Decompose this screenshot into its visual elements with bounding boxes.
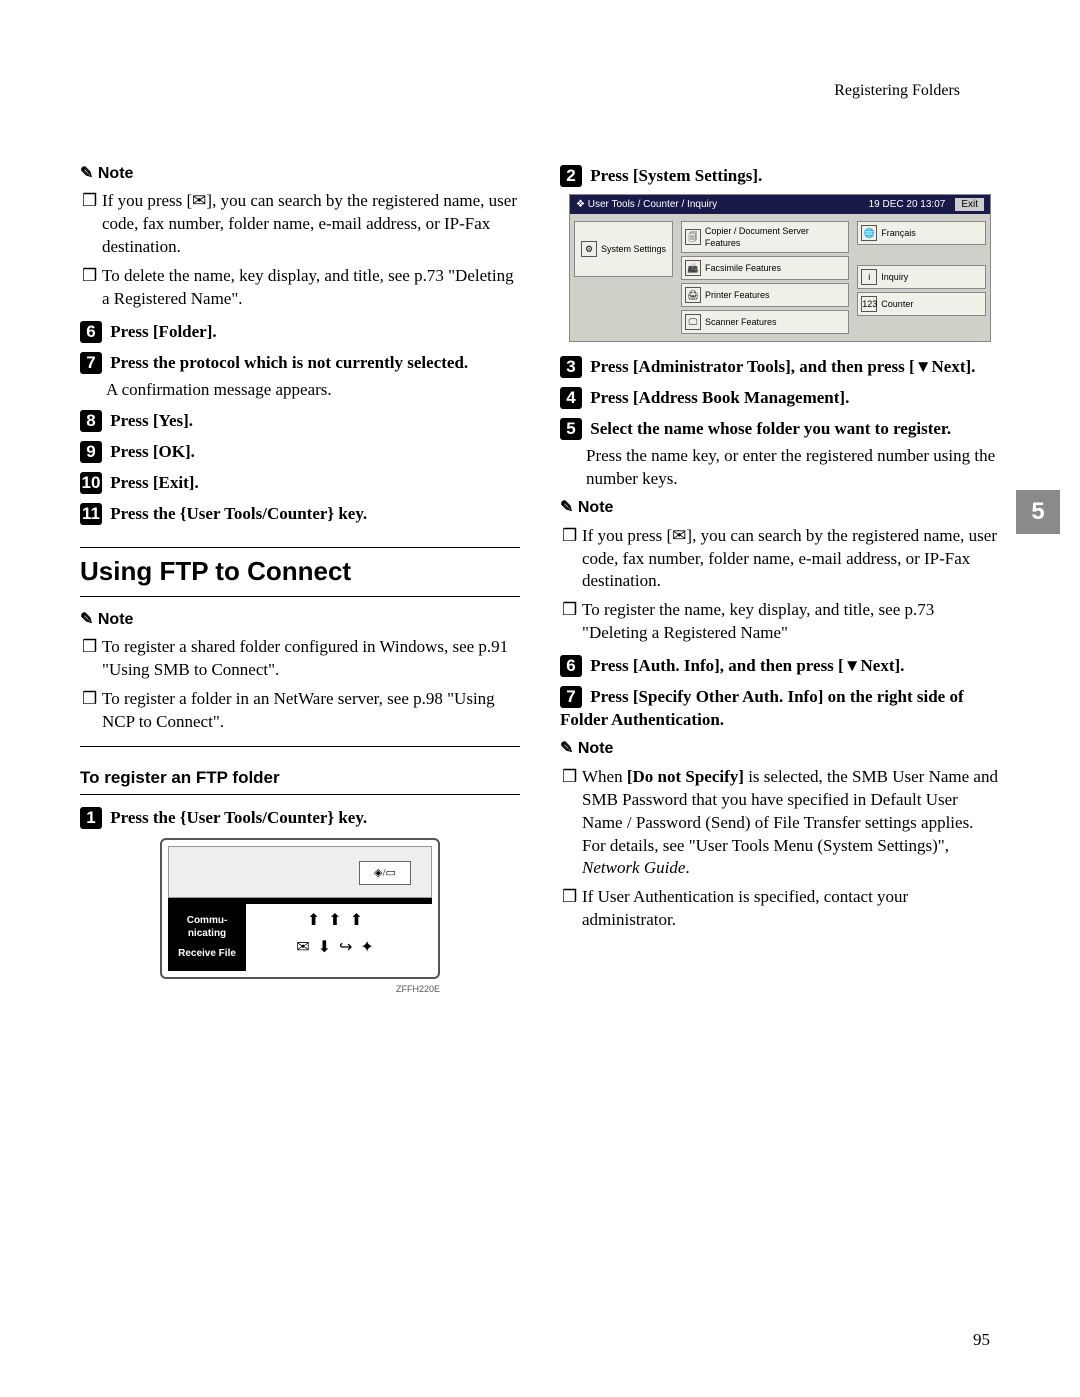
step-number: 4 xyxy=(560,387,582,409)
step-number: 1 xyxy=(80,807,102,829)
step-text: Press the {User Tools/Counter} key. xyxy=(110,504,367,523)
note-item: To register the name, key display, and t… xyxy=(582,599,1000,645)
step-11: 11 Press the {User Tools/Counter} key. xyxy=(80,503,520,526)
step-text: Press [Yes]. xyxy=(110,411,193,430)
note-item: If User Authentication is specified, con… xyxy=(582,886,1000,932)
step-8: 8 Press [Yes]. xyxy=(80,410,520,433)
step-text: Press [Exit]. xyxy=(110,473,198,492)
system-settings-button[interactable]: ⚙ System Settings xyxy=(574,221,673,277)
info-icon: i xyxy=(861,269,877,285)
step-text: Press [System Settings]. xyxy=(590,166,762,185)
panel-label-receive-file: Receive File xyxy=(172,947,242,961)
language-button[interactable]: 🌐Français xyxy=(857,221,986,245)
step-number: 8 xyxy=(80,410,102,432)
step-text: Press [Specify Other Auth. Info] on the … xyxy=(560,687,964,729)
gear-icon: ⚙ xyxy=(581,241,597,257)
note-item: To delete the name, key display, and tit… xyxy=(102,265,520,311)
panel-label-communicating: Commu- nicating xyxy=(172,914,242,941)
ui-timestamp: 19 DEC 20 13:07 xyxy=(869,198,946,212)
note-item: To register a folder in an NetWare serve… xyxy=(102,688,520,734)
pencil-icon xyxy=(80,611,93,628)
note-heading: Note xyxy=(80,609,520,631)
subsection-heading: To register an FTP folder xyxy=(80,767,520,795)
step-1: 1 Press the {User Tools/Counter} key. xyxy=(80,807,520,830)
step-number: 6 xyxy=(80,321,102,343)
control-panel-figure: ◈/▭ Commu- nicating Receive File ⬆⬆⬆ ✉⬇↪… xyxy=(80,838,520,995)
printer-features-button[interactable]: 🖨Printer Features xyxy=(681,283,849,307)
note-heading: Note xyxy=(80,163,520,185)
ui-exit-button[interactable]: Exit xyxy=(955,198,984,212)
step-subtext: Press the name key, or enter the registe… xyxy=(586,445,1000,491)
step-number: 2 xyxy=(560,165,582,187)
note-list-2: To register a shared folder configured i… xyxy=(80,636,520,734)
step-text: Press the {User Tools/Counter} key. xyxy=(110,808,367,827)
system-settings-screenshot: ❖ User Tools / Counter / Inquiry 19 DEC … xyxy=(569,194,991,343)
step-text: Select the name whose folder you want to… xyxy=(590,419,951,438)
step-number: 9 xyxy=(80,441,102,463)
pencil-icon xyxy=(80,165,93,182)
step-4: 4 Press [Address Book Management]. xyxy=(560,387,1000,410)
figure-code: ZFFH220E xyxy=(160,983,440,995)
step-text: Press [Folder]. xyxy=(110,322,216,341)
step-2: 2 Press [System Settings]. xyxy=(560,165,1000,188)
step-5: 5 Select the name whose folder you want … xyxy=(560,418,1000,491)
step-text: Press the protocol which is not currentl… xyxy=(110,353,468,372)
step-number: 11 xyxy=(80,503,102,525)
step-text: Press [Administrator Tools], and then pr… xyxy=(590,357,975,376)
ui-title: ❖ User Tools / Counter / Inquiry xyxy=(576,198,717,212)
left-column: Note If you press [✉], you can search by… xyxy=(80,157,520,1003)
scanner-features-button[interactable]: 🖵Scanner Features xyxy=(681,310,849,334)
divider xyxy=(80,746,520,747)
note-item: When [Do not Specify] is selected, the S… xyxy=(582,766,1000,881)
step-6: 6 Press [Folder]. xyxy=(80,321,520,344)
step-text: Press [Address Book Management]. xyxy=(590,388,849,407)
note-heading: Note xyxy=(560,738,1000,760)
copier-icon: 🗐 xyxy=(685,229,701,245)
step-number: 6 xyxy=(560,655,582,677)
globe-icon: 🌐 xyxy=(861,225,877,241)
panel-icon-row-2: ✉⬇↪✦ xyxy=(252,937,426,959)
note-heading: Note xyxy=(560,497,1000,519)
page-number: 95 xyxy=(973,1329,990,1352)
right-column: 2 Press [System Settings]. ❖ User Tools … xyxy=(560,157,1000,1003)
step-text: Press [OK]. xyxy=(110,442,195,461)
note-item: If you press [✉], you can search by the … xyxy=(582,525,1000,594)
note-list-1: If you press [✉], you can search by the … xyxy=(80,190,520,311)
counter-icon: 123 xyxy=(861,296,877,312)
scanner-icon: 🖵 xyxy=(685,314,701,330)
step-number: 10 xyxy=(80,472,102,494)
pencil-icon xyxy=(560,499,573,516)
step-subtext: A confirmation message appears. xyxy=(106,379,520,402)
inquiry-button[interactable]: iInquiry xyxy=(857,265,986,289)
step-number: 5 xyxy=(560,418,582,440)
note-list-r1: If you press [✉], you can search by the … xyxy=(560,525,1000,646)
note-list-r2: When [Do not Specify] is selected, the S… xyxy=(560,766,1000,933)
user-tools-key-icon: ◈/▭ xyxy=(359,861,411,885)
step-7: 7 Press [Specify Other Auth. Info] on th… xyxy=(560,686,1000,732)
step-text: Press [Auth. Info], and then press [▼Nex… xyxy=(590,656,904,675)
step-7: 7 Press the protocol which is not curren… xyxy=(80,352,520,402)
step-10: 10 Press [Exit]. xyxy=(80,472,520,495)
note-item: To register a shared folder configured i… xyxy=(102,636,520,682)
chapter-tab: 5 xyxy=(1016,490,1060,534)
note-item: If you press [✉], you can search by the … xyxy=(102,190,520,259)
section-heading: Using FTP to Connect xyxy=(80,547,520,596)
panel-icon-row-1: ⬆⬆⬆ xyxy=(252,910,426,932)
fax-icon: 📠 xyxy=(685,260,701,276)
copier-features-button[interactable]: 🗐Copier / Document Server Features xyxy=(681,221,849,253)
counter-button[interactable]: 123Counter xyxy=(857,292,986,316)
step-number: 3 xyxy=(560,356,582,378)
fax-features-button[interactable]: 📠Facsimile Features xyxy=(681,256,849,280)
pencil-icon xyxy=(560,740,573,757)
step-number: 7 xyxy=(80,352,102,374)
step-9: 9 Press [OK]. xyxy=(80,441,520,464)
running-header: Registering Folders xyxy=(80,80,1000,102)
step-3: 3 Press [Administrator Tools], and then … xyxy=(560,356,1000,379)
printer-icon: 🖨 xyxy=(685,287,701,303)
step-6: 6 Press [Auth. Info], and then press [▼N… xyxy=(560,655,1000,678)
step-number: 7 xyxy=(560,686,582,708)
